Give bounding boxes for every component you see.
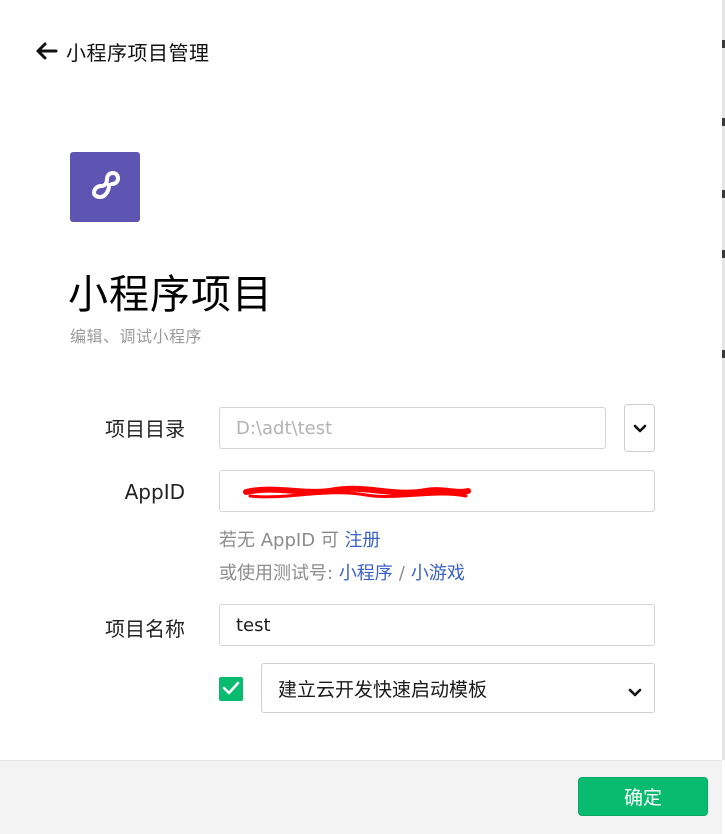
appid-test-hint: 或使用测试号: 小程序 / 小游戏 — [219, 563, 465, 584]
directory-value: D:\adt\test — [236, 417, 333, 439]
page-subtitle: 编辑、调试小程序 — [70, 327, 203, 346]
page-title: 小程序项目 — [68, 272, 273, 318]
test-minigame-link[interactable]: 小游戏 — [411, 563, 465, 584]
appid-label: AppID — [124, 480, 185, 504]
directory-input[interactable]: D:\adt\test — [219, 407, 606, 449]
miniprogram-logo — [70, 152, 140, 222]
top-bar: 小程序项目管理 — [34, 36, 210, 66]
miniprogram-logo-icon — [85, 165, 125, 209]
directory-dropdown-button[interactable] — [624, 404, 655, 452]
cloud-template-checkbox[interactable] — [219, 677, 243, 701]
template-selected-value: 建立云开发快速启动模板 — [278, 678, 488, 701]
chevron-down-icon — [633, 419, 647, 438]
project-name-value: test — [236, 614, 271, 636]
back-button[interactable] — [34, 41, 58, 61]
test-miniprogram-link[interactable]: 小程序 — [339, 563, 393, 584]
project-name-input[interactable]: test — [219, 604, 655, 646]
project-name-label: 项目名称 — [105, 617, 185, 641]
directory-label: 项目目录 — [105, 417, 185, 441]
appid-redaction — [236, 476, 476, 507]
register-link[interactable]: 注册 — [345, 530, 381, 551]
arrow-left-icon — [34, 41, 58, 61]
appid-input[interactable] — [219, 470, 655, 512]
template-select[interactable]: 建立云开发快速启动模板 — [261, 663, 655, 713]
header-title: 小程序项目管理 — [66, 40, 210, 65]
appid-register-hint: 若无 AppID 可 注册 — [219, 530, 381, 551]
confirm-button[interactable]: 确定 — [578, 777, 708, 816]
chevron-down-icon — [628, 681, 642, 703]
check-icon — [222, 680, 240, 699]
